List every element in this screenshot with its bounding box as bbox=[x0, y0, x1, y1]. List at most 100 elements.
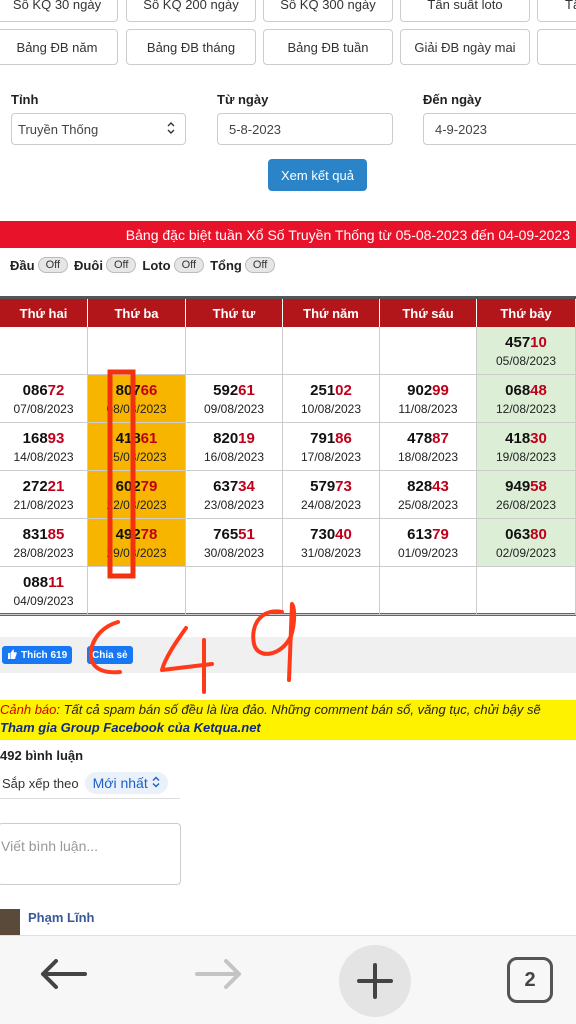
result-date: 22/08/2023 bbox=[106, 498, 167, 512]
result-number-head: 492 bbox=[115, 526, 141, 543]
result-number-tail: 80 bbox=[530, 526, 547, 543]
result-cell bbox=[283, 567, 380, 615]
warning-text: : Tất cả spam bán số đều là lừa đảo. Nhữ… bbox=[56, 702, 541, 717]
result-number: 06380 bbox=[477, 526, 575, 543]
result-cell: 06848 12/08/2023 bbox=[477, 375, 576, 423]
result-number: 06848 bbox=[477, 382, 575, 399]
result-number-tail: 51 bbox=[238, 526, 255, 543]
result-date: 24/08/2023 bbox=[300, 498, 362, 512]
result-date: 02/09/2023 bbox=[495, 546, 557, 560]
link-partial[interactable]: Tầ bbox=[537, 0, 576, 22]
result-cell bbox=[477, 567, 576, 615]
result-number-head: 828 bbox=[407, 478, 433, 495]
result-date: 11/08/2023 bbox=[398, 402, 458, 416]
link-so-kq-30-ngay[interactable]: Sổ KQ 30 ngày bbox=[0, 0, 118, 22]
display-toggles: Đầu Off Đuôi Off Loto Off Tổng Off bbox=[10, 255, 281, 275]
result-cell: 79186 17/08/2023 bbox=[283, 423, 380, 471]
result-number-tail: 73 bbox=[335, 478, 352, 495]
result-number-tail: 34 bbox=[238, 478, 255, 495]
column-header: Thứ bảy bbox=[477, 299, 576, 327]
social-bar: Thích 619 Chia sẻ bbox=[0, 637, 576, 673]
forward-button[interactable] bbox=[189, 946, 249, 1006]
result-number-tail: 78 bbox=[140, 526, 158, 543]
result-number: 08811 bbox=[0, 574, 87, 591]
result-number-head: 251 bbox=[310, 382, 336, 399]
toggle-duoi-switch[interactable]: Off bbox=[105, 257, 137, 273]
toggle-tong-label: Tổng bbox=[210, 257, 242, 273]
tab-count: 2 bbox=[524, 968, 536, 991]
result-number-tail: 58 bbox=[530, 478, 547, 495]
from-date-label: Từ ngày bbox=[217, 92, 269, 107]
from-date-input[interactable]: 5-8-2023 bbox=[217, 113, 393, 145]
result-cell: 08672 07/08/2023 bbox=[0, 375, 88, 423]
result-number-tail: 19 bbox=[238, 430, 255, 447]
link-bang-db-nam[interactable]: Bảng ĐB năm bbox=[0, 29, 118, 65]
result-number-tail: 10 bbox=[530, 334, 547, 351]
result-date: 08/08/2023 bbox=[106, 402, 167, 416]
result-date: 07/08/2023 bbox=[13, 402, 74, 416]
result-number-tail: 99 bbox=[432, 382, 449, 399]
facebook-share-button[interactable]: Chia sẻ bbox=[87, 646, 133, 664]
result-cell: 60279 22/08/2023 bbox=[88, 471, 186, 519]
tab-switcher-button[interactable]: 2 bbox=[507, 957, 553, 1003]
result-number-head: 168 bbox=[22, 430, 48, 447]
result-number-tail: 79 bbox=[140, 478, 158, 495]
facebook-like-button[interactable]: Thích 619 bbox=[2, 646, 73, 664]
toggle-loto-switch[interactable]: Off bbox=[173, 257, 205, 273]
result-cell bbox=[380, 567, 477, 615]
result-number: 60279 bbox=[88, 478, 185, 495]
result-date: 21/08/2023 bbox=[13, 498, 74, 512]
toggle-tong-switch[interactable]: Off bbox=[244, 257, 276, 273]
comment-author-name[interactable]: Phạm Lĩnh bbox=[28, 910, 94, 925]
result-number: 47887 bbox=[380, 430, 476, 447]
province-select[interactable]: Truyền Thống bbox=[11, 113, 186, 145]
link-so-kq-200-ngay[interactable]: Sổ KQ 200 ngày bbox=[126, 0, 256, 22]
link-so-kq-300-ngay[interactable]: Sổ KQ 300 ngày bbox=[263, 0, 393, 22]
result-date: 28/08/2023 bbox=[13, 546, 74, 560]
result-number: 45710 bbox=[477, 334, 575, 351]
new-tab-button[interactable] bbox=[339, 945, 411, 1017]
back-button[interactable] bbox=[33, 946, 93, 1006]
result-cell: 76551 30/08/2023 bbox=[186, 519, 283, 567]
result-cell: 73040 31/08/2023 bbox=[283, 519, 380, 567]
banner-title: Bảng đặc biệt tuần Xổ Số Truyền Thống từ… bbox=[125, 226, 570, 243]
toggle-dau-switch[interactable]: Off bbox=[37, 257, 69, 273]
result-number-tail: 43 bbox=[432, 478, 449, 495]
comment-count: 492 bình luận bbox=[0, 748, 84, 763]
result-date: 09/08/2023 bbox=[203, 402, 265, 416]
link-partial-2[interactable] bbox=[537, 29, 576, 65]
result-number-head: 637 bbox=[213, 478, 239, 495]
result-date: 23/08/2023 bbox=[203, 498, 265, 512]
result-date: 29/08/2023 bbox=[106, 546, 167, 560]
result-date: 05/08/2023 bbox=[495, 354, 557, 368]
link-tan-suat-loto[interactable]: Tần suất loto bbox=[400, 0, 530, 22]
link-bang-db-tuan[interactable]: Bảng ĐB tuần bbox=[263, 29, 393, 65]
column-header: Thứ ba bbox=[88, 299, 186, 327]
result-number-head: 602 bbox=[115, 478, 141, 495]
link-bang-db-thang[interactable]: Bảng ĐB tháng bbox=[126, 29, 256, 65]
result-number: 83185 bbox=[0, 526, 87, 543]
result-number-head: 807 bbox=[115, 382, 141, 399]
result-number: 59261 bbox=[186, 382, 282, 399]
result-cell: 61379 01/09/2023 bbox=[380, 519, 477, 567]
result-number-head: 478 bbox=[407, 430, 433, 447]
result-number: 90299 bbox=[380, 382, 476, 399]
sort-select-value: Mới nhất bbox=[92, 775, 148, 791]
result-number-head: 592 bbox=[213, 382, 239, 399]
result-cell: 45710 05/08/2023 bbox=[477, 327, 576, 375]
view-results-button[interactable]: Xem kết quả bbox=[268, 159, 367, 191]
result-number: 82843 bbox=[380, 478, 476, 495]
result-cell: 63734 23/08/2023 bbox=[186, 471, 283, 519]
result-number-head: 457 bbox=[505, 334, 531, 351]
sort-select[interactable]: Mới nhất bbox=[84, 772, 168, 794]
result-number: 25102 bbox=[283, 382, 379, 399]
comment-input[interactable]: Viết bình luận... bbox=[0, 823, 181, 885]
result-cell bbox=[380, 327, 477, 375]
link-giai-db-ngay-mai[interactable]: Giải ĐB ngày mai bbox=[400, 29, 530, 65]
divider bbox=[0, 798, 180, 799]
result-cell: 57973 24/08/2023 bbox=[283, 471, 380, 519]
join-group-link[interactable]: Tham gia Group Facebook của Ketqua.net bbox=[0, 720, 576, 735]
avatar[interactable] bbox=[0, 909, 20, 937]
to-date-input[interactable]: 4-9-2023 bbox=[423, 113, 576, 145]
table-title-banner: Bảng đặc biệt tuần Xổ Số Truyền Thống từ… bbox=[0, 221, 576, 248]
